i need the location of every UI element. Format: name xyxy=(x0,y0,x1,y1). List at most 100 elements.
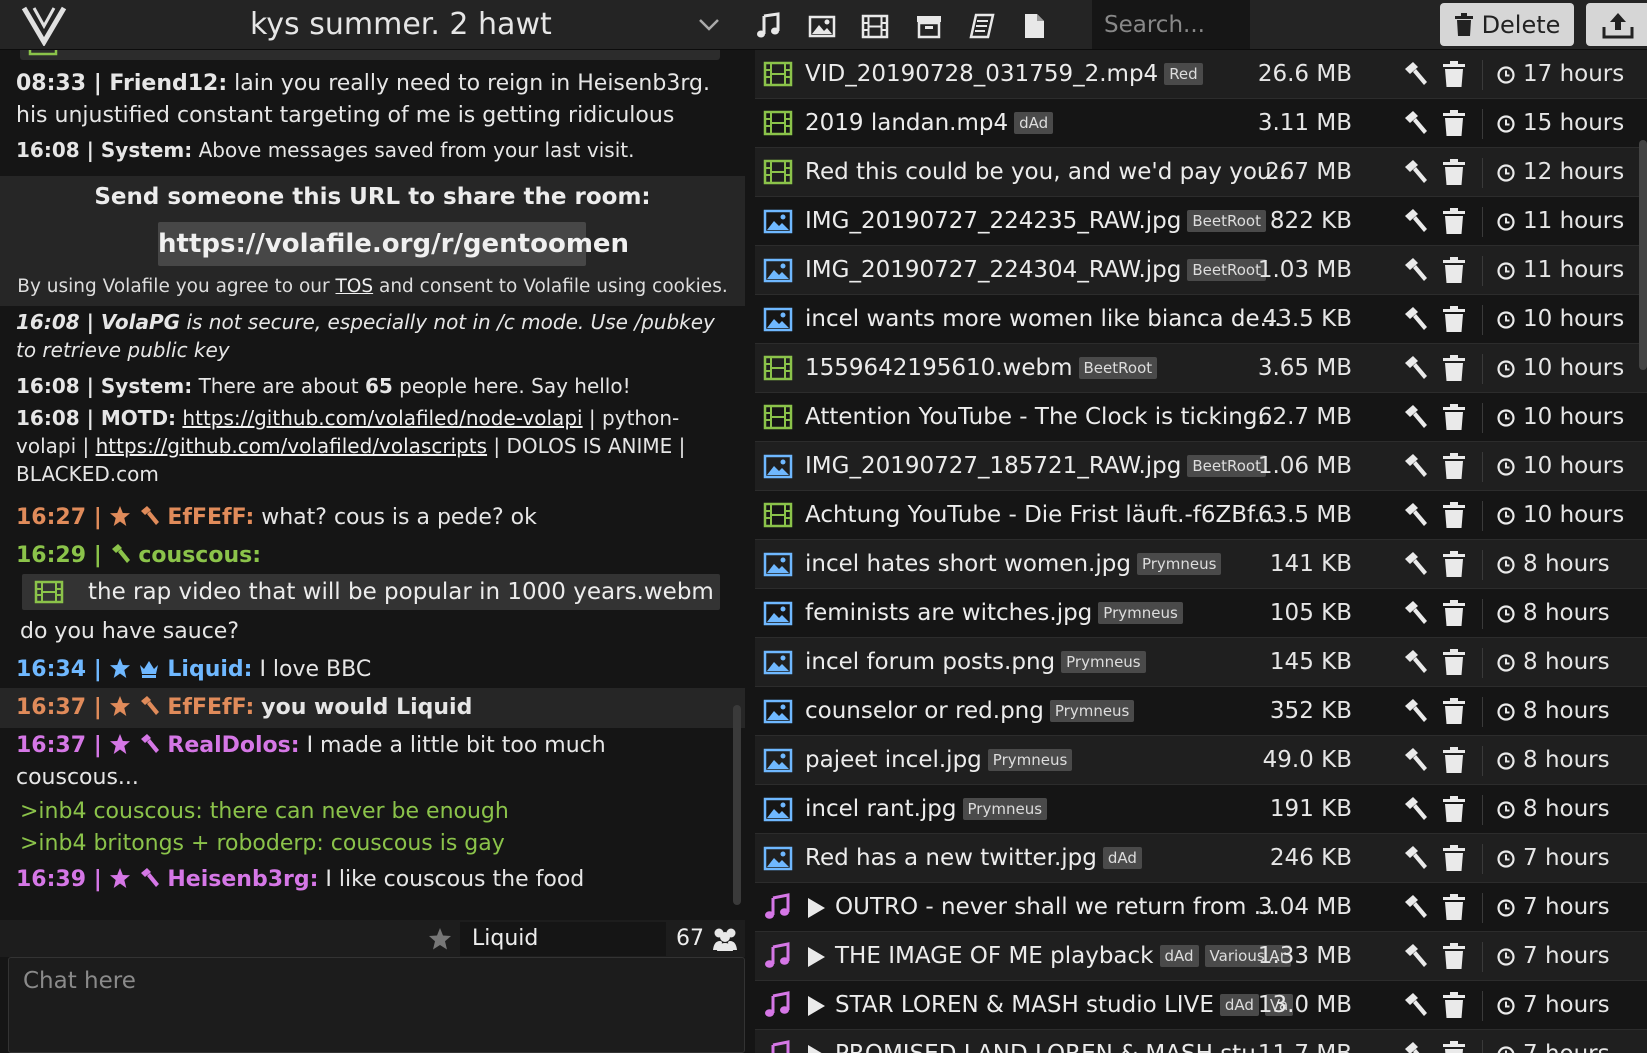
trash-icon[interactable] xyxy=(1442,991,1466,1019)
image-filter-icon[interactable] xyxy=(808,12,836,40)
trash-icon[interactable] xyxy=(1442,60,1466,88)
uploader-tag[interactable]: Red xyxy=(1164,63,1203,85)
file-name[interactable]: THE IMAGE OF ME playback dAd Various Ar xyxy=(835,940,1291,972)
file-row[interactable]: 1559642195610.webm BeetRoot 3.65 MB 10 hour… xyxy=(755,344,1647,393)
file-row[interactable]: OUTRO - never shall we return from ... 3.… xyxy=(755,883,1647,932)
trash-icon[interactable] xyxy=(1442,452,1466,480)
trash-icon[interactable] xyxy=(1442,746,1466,774)
file-name[interactable]: 1559642195610.webm BeetRoot xyxy=(805,352,1158,384)
archive-filter-icon[interactable] xyxy=(915,12,943,40)
ban-hammer-icon[interactable] xyxy=(1403,796,1429,822)
search-input[interactable] xyxy=(1092,0,1250,49)
trash-icon[interactable] xyxy=(1442,550,1466,578)
file-row[interactable]: Red this could be you, and we'd pay you.… xyxy=(755,148,1647,197)
ban-hammer-icon[interactable] xyxy=(1403,551,1429,577)
trash-icon[interactable] xyxy=(1442,403,1466,431)
message-author[interactable]: couscous: xyxy=(138,543,261,568)
message-author[interactable]: Liquid: xyxy=(167,657,252,682)
chevron-down-icon[interactable] xyxy=(697,16,721,34)
file-row[interactable]: feminists are witches.jpg Prymneus 105 KB 8… xyxy=(755,589,1647,638)
trash-icon[interactable] xyxy=(1442,1040,1466,1053)
ban-hammer-icon[interactable] xyxy=(1403,61,1429,87)
file-name[interactable]: feminists are witches.jpg Prymneus xyxy=(805,597,1183,629)
ban-hammer-icon[interactable] xyxy=(1403,110,1429,136)
ban-hammer-icon[interactable] xyxy=(1403,698,1429,724)
ban-hammer-icon[interactable] xyxy=(1403,355,1429,381)
file-name[interactable]: incel hates short women.jpg Prymneus xyxy=(805,548,1222,580)
delete-button[interactable]: Delete xyxy=(1440,3,1574,46)
file-name[interactable]: OUTRO - never shall we return from ... xyxy=(835,891,1276,923)
play-icon[interactable] xyxy=(805,945,827,969)
play-icon[interactable] xyxy=(805,994,827,1018)
file-row[interactable]: Achtung YouTube - Die Frist läuft.-f6ZBf… xyxy=(755,491,1647,540)
share-url[interactable]: https://volafile.org/r/gentoomen xyxy=(158,222,629,266)
ban-hammer-icon[interactable] xyxy=(1403,404,1429,430)
file-row[interactable]: pajeet incel.jpg Prymneus 49.0 KB 8 hours xyxy=(755,736,1647,785)
file-name[interactable]: 2019 landan.mp4 dAd xyxy=(805,107,1054,139)
trash-icon[interactable] xyxy=(1442,844,1466,872)
message-author[interactable]: RealDolos: xyxy=(167,733,299,758)
file-name[interactable]: pajeet incel.jpg Prymneus xyxy=(805,744,1073,776)
file-row[interactable]: PROMISED LAND LOREN & MASH stu...11.7 MB… xyxy=(755,1030,1647,1053)
uploader-tag[interactable]: BeetRoot xyxy=(1078,357,1158,379)
ban-hammer-icon[interactable] xyxy=(1403,502,1429,528)
file-name[interactable]: incel forum posts.png Prymneus xyxy=(805,646,1146,678)
trash-icon[interactable] xyxy=(1442,697,1466,725)
file-name[interactable]: Red has a new twitter.jpg dAd xyxy=(805,842,1142,874)
ban-hammer-icon[interactable] xyxy=(1403,600,1429,626)
music-filter-icon[interactable] xyxy=(754,12,782,40)
video-filter-icon[interactable] xyxy=(861,12,889,40)
ban-hammer-icon[interactable] xyxy=(1403,257,1429,283)
uploader-tag[interactable]: dAd xyxy=(1014,112,1054,134)
ban-hammer-icon[interactable] xyxy=(1403,943,1429,969)
ban-hammer-icon[interactable] xyxy=(1403,649,1429,675)
chat-attachment[interactable]: the rap video that will be popular in 10… xyxy=(22,574,720,610)
uploader-tag[interactable]: Prymneus xyxy=(1136,553,1222,575)
message-author[interactable]: EfFEfF: xyxy=(167,505,254,530)
file-name[interactable]: STAR LOREN & MASH studio LIVE dAd Va xyxy=(835,989,1294,1021)
trash-icon[interactable] xyxy=(1442,893,1466,921)
file-row[interactable]: incel hates short women.jpg Prymneus 141 K… xyxy=(755,540,1647,589)
play-icon[interactable] xyxy=(805,1043,827,1053)
file-name[interactable]: IMG_20190727_185721_RAW.jpg BeetRoot xyxy=(805,450,1266,482)
ban-hammer-icon[interactable] xyxy=(1403,747,1429,773)
user-count[interactable]: 67 xyxy=(676,922,704,956)
message-author[interactable]: Heisenb3rg: xyxy=(167,867,318,892)
uploader-tag[interactable]: Prymneus xyxy=(1049,700,1135,722)
trash-icon[interactable] xyxy=(1442,599,1466,627)
file-row[interactable]: VID_20190728_031759_2.mp4 Red 26.6 MB 17 ho… xyxy=(755,50,1647,99)
file-row[interactable]: THE IMAGE OF ME playback dAd Various Ar 1.3… xyxy=(755,932,1647,981)
ban-hammer-icon[interactable] xyxy=(1403,159,1429,185)
file-row[interactable]: incel rant.jpg Prymneus 191 KB 8 hours xyxy=(755,785,1647,834)
uploader-tag[interactable]: BeetRoot xyxy=(1187,259,1266,281)
uploader-tag[interactable]: dAd xyxy=(1219,994,1259,1016)
file-list-scrollbar[interactable] xyxy=(1639,140,1647,370)
trash-icon[interactable] xyxy=(1442,795,1466,823)
trash-icon[interactable] xyxy=(1442,305,1466,333)
file-row[interactable]: IMG_20190727_224304_RAW.jpg BeetRoot 1.03 … xyxy=(755,246,1647,295)
trash-icon[interactable] xyxy=(1442,648,1466,676)
trash-icon[interactable] xyxy=(1442,207,1466,235)
file-row[interactable]: Red has a new twitter.jpg dAd 246 KB 7 hour… xyxy=(755,834,1647,883)
uploader-tag[interactable]: dAd xyxy=(1102,847,1142,869)
trash-icon[interactable] xyxy=(1442,942,1466,970)
clipped-attachment[interactable] xyxy=(20,50,720,60)
room-title[interactable]: kys summer. 2 hawt xyxy=(250,6,552,44)
uploader-tag[interactable]: Prymneus xyxy=(1098,602,1183,624)
message-author[interactable]: EfFEfF: xyxy=(167,695,254,720)
trash-icon[interactable] xyxy=(1442,109,1466,137)
file-row[interactable]: IMG_20190727_185721_RAW.jpg BeetRoot 1.06 … xyxy=(755,442,1647,491)
file-row[interactable]: 2019 landan.mp4 dAd 3.11 MB 15 hours xyxy=(755,99,1647,148)
file-name[interactable]: Attention YouTube - The Clock is ticking… xyxy=(805,401,1279,433)
chat-scrollbar[interactable] xyxy=(733,705,741,905)
ban-hammer-icon[interactable] xyxy=(1403,845,1429,871)
trash-icon[interactable] xyxy=(1442,354,1466,382)
message-author[interactable]: Friend12: xyxy=(109,71,227,96)
file-name[interactable]: IMG_20190727_224304_RAW.jpg BeetRoot xyxy=(805,254,1266,286)
file-name[interactable]: IMG_20190727_224235_RAW.jpg BeetRoot xyxy=(805,205,1266,237)
uploader-tag[interactable]: Prymneus xyxy=(1061,651,1146,673)
uploader-tag[interactable]: BeetRoot xyxy=(1187,455,1266,477)
uploader-tag[interactable]: BeetRoot xyxy=(1187,210,1266,232)
file-row[interactable]: incel forum posts.png Prymneus 145 KB 8 hou… xyxy=(755,638,1647,687)
trash-icon[interactable] xyxy=(1442,158,1466,186)
